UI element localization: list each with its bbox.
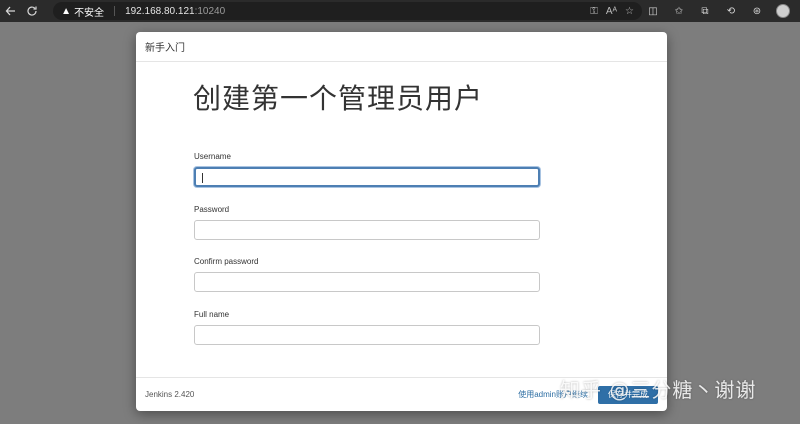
- url-port: :10240: [194, 5, 226, 17]
- text-cursor: [202, 173, 203, 183]
- password-input[interactable]: [194, 220, 540, 240]
- security-warning[interactable]: ▲ 不安全: [61, 4, 104, 19]
- full-name-input[interactable]: [194, 325, 540, 345]
- dialog-header: 新手入门: [136, 32, 667, 62]
- setup-wizard-dialog: 新手入门 创建第一个管理员用户 Username Password Confir…: [136, 32, 667, 411]
- key-icon[interactable]: ⚿: [590, 6, 598, 17]
- dialog-title: 新手入门: [145, 43, 185, 54]
- read-aloud-icon[interactable]: Aᴬ: [606, 6, 617, 17]
- extension-icon[interactable]: ⊛: [746, 0, 768, 22]
- password-label: Password: [194, 205, 230, 214]
- version-label: Jenkins 2.420: [145, 390, 195, 399]
- history-icon[interactable]: ⟲: [720, 0, 742, 22]
- username-label: Username: [194, 152, 231, 161]
- collections-icon[interactable]: ⧉: [694, 0, 716, 22]
- url-host: 192.168.80.121: [125, 5, 195, 17]
- back-icon[interactable]: [0, 0, 22, 22]
- favorites-icon[interactable]: ✩: [668, 0, 690, 22]
- profile-avatar[interactable]: [772, 0, 794, 22]
- watermark: 知乎 @三分糖丶谢谢: [560, 378, 757, 402]
- reload-icon[interactable]: [22, 0, 44, 22]
- username-input[interactable]: [194, 167, 540, 187]
- browser-toolbar: ▲ 不安全 192.168.80.121:10240 ⚿ Aᴬ ☆ ◫ ✩ ⧉ …: [0, 0, 800, 22]
- confirm-password-label: Confirm password: [194, 257, 259, 266]
- address-bar[interactable]: ▲ 不安全 192.168.80.121:10240 ⚿ Aᴬ ☆: [53, 2, 642, 20]
- favorite-star-icon[interactable]: ☆: [625, 6, 634, 17]
- warning-icon: ▲: [61, 5, 72, 17]
- split-screen-icon[interactable]: ◫: [642, 0, 664, 22]
- full-name-label: Full name: [194, 310, 230, 319]
- security-label: 不安全: [74, 7, 105, 19]
- page-title: 创建第一个管理员用户: [193, 82, 484, 115]
- url-separator: [114, 6, 116, 16]
- confirm-password-input[interactable]: [194, 272, 540, 292]
- dialog-body: 创建第一个管理员用户 Username Password Confirm pas…: [136, 62, 667, 367]
